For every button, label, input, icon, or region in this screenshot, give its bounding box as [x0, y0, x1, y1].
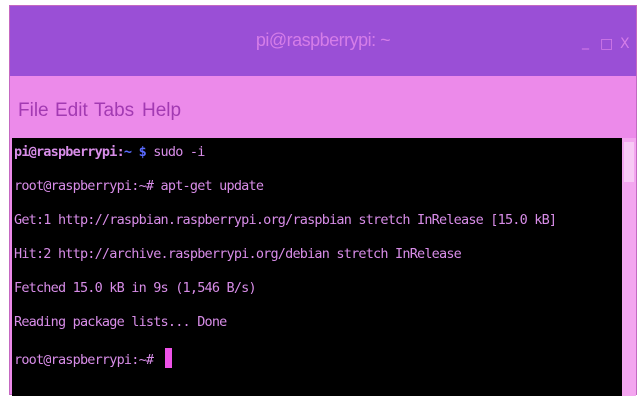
terminal-line-5: Fetched 15.0 kB in 9s (1,546 B/s)	[14, 280, 257, 296]
menu-edit[interactable]: Edit	[55, 100, 88, 122]
terminal-window: pi@raspberrypi: ~ _ □ X File Edit Tabs H…	[9, 5, 637, 396]
scrollbar-thumb[interactable]	[624, 142, 634, 182]
prompt-colon: :	[116, 144, 125, 160]
menu-bar: File Edit Tabs Help	[10, 76, 636, 138]
minimize-button[interactable]: _	[582, 34, 589, 50]
text-cursor	[164, 348, 172, 368]
prompt-symbol: $	[131, 144, 147, 160]
terminal-line-4: Hit:2 http://archive.raspberrypi.org/deb…	[14, 246, 462, 262]
close-button[interactable]: X	[620, 36, 630, 52]
menu-file[interactable]: File	[18, 100, 49, 122]
title-bar[interactable]: pi@raspberrypi: ~ _ □ X	[10, 6, 636, 76]
prompt-user-host: pi@raspberrypi	[14, 144, 117, 160]
menu-tabs[interactable]: Tabs	[94, 100, 134, 122]
terminal-line-2: root@raspberrypi:~# apt-get update	[14, 178, 264, 194]
terminal-line-3: Get:1 http://raspbian.raspberrypi.org/ra…	[14, 212, 557, 228]
window-title: pi@raspberrypi: ~	[255, 30, 391, 50]
terminal-line-6: Reading package lists... Done	[14, 314, 227, 330]
maximize-button[interactable]: □	[600, 36, 613, 52]
command-text: sudo -i	[145, 144, 205, 160]
terminal-line-7: root@raspberrypi:~#	[14, 348, 172, 368]
root-prompt: root@raspberrypi:~#	[14, 352, 161, 368]
terminal-output[interactable]: pi@raspberrypi:~ $ sudo -i root@raspberr…	[12, 138, 622, 396]
menu-help[interactable]: Help	[142, 100, 181, 122]
terminal-line-1: pi@raspberrypi:~ $ sudo -i	[14, 144, 205, 160]
terminal-scrollbar[interactable]	[622, 138, 636, 396]
